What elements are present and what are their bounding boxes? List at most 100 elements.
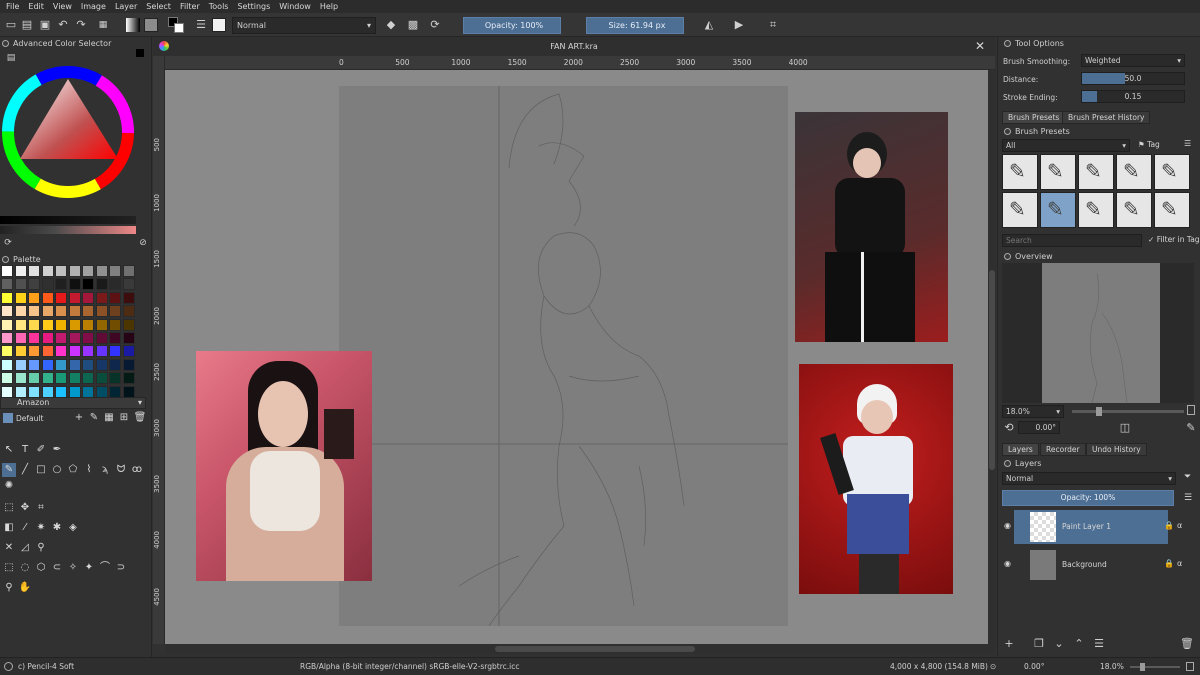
palette-swatch[interactable] (82, 358, 94, 371)
reference-photo-2[interactable] (795, 112, 948, 342)
pan-tool-icon[interactable]: ✋ (18, 581, 32, 595)
zoom-select[interactable]: 18.0% ▾ (1002, 405, 1064, 418)
multibrush-icon[interactable]: ✺ (2, 479, 16, 493)
eraser-icon[interactable]: ◆ (384, 18, 398, 32)
tab-undo-history[interactable]: Undo History (1086, 443, 1147, 456)
palette-swatch[interactable] (55, 345, 67, 358)
refresh-icon[interactable]: ⟳ (1, 236, 15, 250)
open-document-icon[interactable]: ▤ (20, 18, 34, 32)
palette-swatch[interactable] (41, 385, 54, 398)
palette-swatch[interactable] (82, 278, 94, 291)
freehand-path-icon[interactable]: ᗢ (114, 463, 128, 477)
palette-swatch[interactable] (28, 372, 40, 385)
alpha-lock-icon[interactable]: α (1177, 559, 1182, 568)
palette-swatch[interactable] (28, 332, 40, 344)
brush-preset-thumbnail[interactable]: ✎ (1116, 154, 1152, 190)
visibility-eye-icon[interactable]: ◉ (1004, 521, 1011, 530)
palette-swatch[interactable] (122, 265, 135, 277)
layer-properties-icon[interactable]: ☰ (1092, 637, 1106, 651)
layer-row[interactable]: ◉ Paint Layer 1 🔒 α (1004, 510, 1182, 544)
palette-swatch[interactable] (95, 385, 108, 398)
palette-swatch[interactable] (55, 291, 67, 304)
status-fit-icon[interactable] (1186, 662, 1194, 671)
edit-shapes-icon[interactable]: ✐ (34, 443, 48, 457)
close-icon[interactable]: ✕ (975, 39, 985, 53)
palette-swatch[interactable] (122, 332, 135, 344)
ellipse-select-icon[interactable]: ◌ (18, 561, 32, 575)
palette-swatch[interactable] (55, 265, 67, 277)
brush-preset-thumbnail[interactable]: ✎ (1078, 192, 1114, 228)
palette-swatch[interactable] (68, 318, 81, 331)
palette-swatch[interactable] (82, 345, 94, 358)
docker-toggle-icon[interactable] (1004, 40, 1011, 47)
menu-help[interactable]: Help (320, 2, 338, 11)
palette-swatch[interactable] (82, 318, 94, 331)
rect-select-icon[interactable]: ⬚ (2, 561, 16, 575)
palette-swatch[interactable] (95, 265, 108, 277)
palette-swatch[interactable] (122, 372, 135, 385)
reference-photo-3[interactable] (799, 364, 953, 594)
distance-slider[interactable]: 50.0 (1081, 72, 1185, 85)
brush-preset-thumb[interactable] (212, 18, 226, 32)
palette-swatch[interactable] (68, 291, 81, 304)
preset-filter-select[interactable]: All ▾ (1002, 139, 1130, 152)
brush-preset-thumbnail[interactable]: ✎ (1002, 192, 1038, 228)
palette-swatch[interactable] (109, 332, 121, 344)
undo-icon[interactable]: ↶ (56, 18, 70, 32)
docker-toggle-icon[interactable] (2, 40, 9, 47)
duplicate-layer-icon[interactable]: ❐ (1032, 637, 1046, 651)
color-gradient-strip[interactable] (0, 226, 136, 234)
fill-tool-icon[interactable]: ◈ (66, 521, 80, 535)
palette-swatch[interactable] (68, 385, 81, 398)
tag-button[interactable]: ⚑ Tag (1138, 140, 1160, 149)
brush-preset-thumbnail[interactable]: ✎ (1154, 192, 1190, 228)
palette-swatch[interactable] (68, 305, 81, 318)
scroll-thumb[interactable] (495, 646, 695, 652)
palette-swatch[interactable] (1, 345, 13, 358)
palette-swatch[interactable] (14, 385, 27, 398)
palette-swatch[interactable] (109, 372, 121, 385)
visibility-eye-icon[interactable]: ◉ (1004, 559, 1011, 568)
polygon-tool-icon[interactable]: ⬠ (66, 463, 80, 477)
opacity-slider[interactable]: Opacity: 100% (463, 17, 561, 34)
rotation-input[interactable]: 0.00° (1018, 421, 1060, 434)
stroke-ending-slider[interactable]: 0.15 (1081, 90, 1185, 103)
palette-swatch[interactable] (1, 385, 13, 398)
pin-icon[interactable]: ✎ (1184, 421, 1198, 435)
palette-swatch[interactable] (14, 265, 27, 277)
palette-swatch[interactable] (28, 265, 40, 277)
menu-icon[interactable]: ☰ (1184, 139, 1191, 148)
palette-swatch[interactable] (122, 345, 135, 358)
menu-edit[interactable]: Edit (28, 2, 44, 11)
palette-swatch[interactable] (122, 278, 135, 291)
reference-photo-1[interactable] (196, 351, 372, 581)
tab-brush-preset-history[interactable]: Brush Preset History (1062, 111, 1151, 124)
palette-swatch[interactable] (122, 385, 135, 398)
reference-tool-icon[interactable]: ⚲ (34, 541, 48, 555)
line-tool-icon[interactable]: ╱ (18, 463, 32, 477)
tab-recorder[interactable]: Recorder (1040, 443, 1086, 456)
gradient-preview[interactable] (126, 18, 140, 32)
layer-opacity-slider[interactable]: Opacity: 100% (1002, 490, 1174, 506)
palette-swatch[interactable] (95, 358, 108, 371)
horizontal-scrollbar[interactable] (165, 644, 995, 654)
palette-swatch[interactable] (55, 332, 67, 344)
palette-swatch[interactable] (28, 358, 40, 371)
menu-select[interactable]: Select (146, 2, 171, 11)
brush-smoothing-select[interactable]: Weighted ▾ (1081, 54, 1185, 67)
move-layer-down-icon[interactable]: ⌄ (1052, 637, 1066, 651)
transform-tool-icon[interactable]: ⬚ (2, 501, 16, 515)
palette-swatch[interactable] (41, 278, 54, 291)
palette-swatch[interactable] (14, 372, 27, 385)
palette-swatch[interactable] (28, 278, 40, 291)
rotate-icon[interactable]: ⟲ (1002, 421, 1016, 435)
brush-preset-thumbnail[interactable]: ✎ (1002, 154, 1038, 190)
zoom-slider-handle[interactable] (1096, 407, 1102, 416)
menu-window[interactable]: Window (279, 2, 311, 11)
palette-swatch[interactable] (122, 318, 135, 331)
palette-swatch[interactable] (109, 305, 121, 318)
palette-swatch[interactable] (95, 345, 108, 358)
blend-mode-select[interactable]: Normal ▾ (232, 17, 376, 34)
tab-layers[interactable]: Layers (1002, 443, 1039, 456)
palette-swatch[interactable] (41, 265, 54, 277)
